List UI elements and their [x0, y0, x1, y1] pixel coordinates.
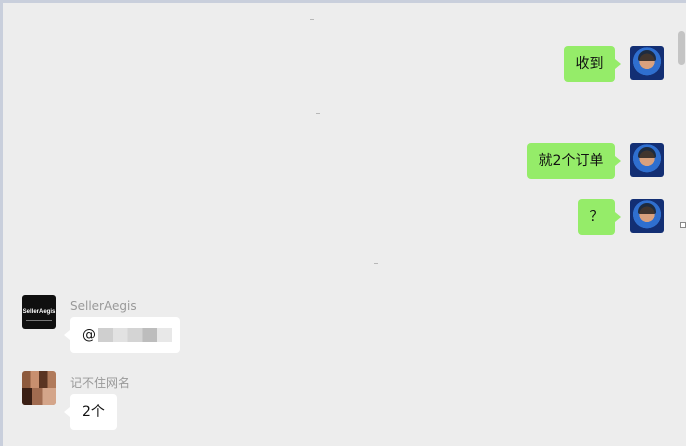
timestamp-mark [374, 263, 378, 264]
message-text: @ [82, 327, 96, 343]
selleraegis-avatar[interactable]: SellerAegis [22, 295, 56, 329]
message-bubble-self[interactable]: 就2个订单 [527, 143, 621, 179]
self-avatar[interactable] [630, 143, 664, 177]
self-avatar[interactable] [630, 199, 664, 233]
logo-text: SellerAegis [22, 309, 56, 315]
chat-message-area: 收到 就2个订单 ？ SellerAegis SellerAegis @ 记不住… [3, 3, 686, 446]
self-avatar[interactable] [630, 46, 664, 80]
timestamp-mark [310, 19, 314, 20]
message-text: 就2个订单 [538, 153, 604, 169]
user-avatar[interactable] [22, 371, 56, 405]
scrollbar-thumb[interactable] [678, 31, 685, 65]
message-text: 2个 [82, 404, 105, 420]
sender-name: SellerAegis [70, 299, 137, 313]
mention-redaction [98, 328, 172, 342]
logo-divider [26, 320, 52, 321]
message-text: 收到 [575, 56, 604, 72]
timestamp-mark [316, 113, 320, 114]
message-bubble-other[interactable]: @ [64, 317, 180, 353]
message-bubble-other[interactable]: 2个 [64, 394, 117, 430]
message-bubble-self[interactable]: 收到 [564, 46, 621, 82]
window-resize-handle[interactable] [680, 222, 686, 228]
message-text: ？ [589, 209, 604, 225]
sender-name: 记不住网名 [70, 376, 131, 390]
message-bubble-self[interactable]: ？ [578, 199, 621, 235]
